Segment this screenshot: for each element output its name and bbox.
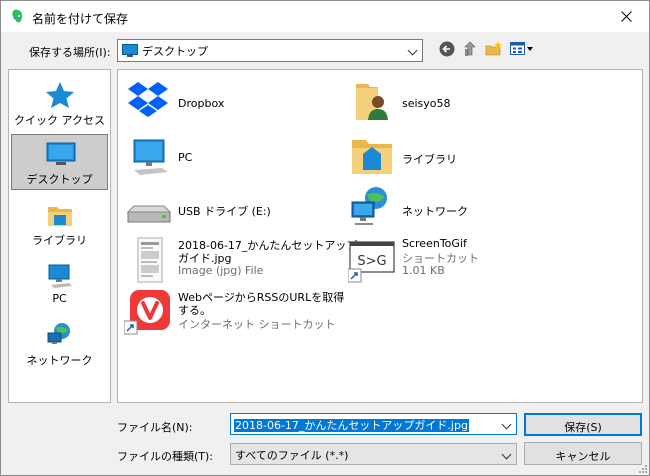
place-label: PC — [52, 292, 67, 305]
file-item[interactable]: PC — [124, 132, 334, 180]
close-button[interactable] — [603, 1, 649, 32]
chevron-down-icon — [501, 419, 512, 430]
place-label: クイック アクセス — [14, 114, 105, 127]
view-menu-button[interactable] — [509, 40, 535, 58]
place-desktop[interactable]: デスクトップ — [11, 134, 108, 190]
place-quick-access[interactable]: クイック アクセス — [11, 76, 108, 132]
place-pc[interactable]: PC — [11, 256, 108, 312]
library-icon — [352, 140, 392, 174]
file-list: Dropbox seisyo58 PC ライブラリ USB ドライブ (E:) … — [117, 69, 643, 403]
places-bar: クイック アクセス デスクトップ ライブラリ PC ネットワーク — [8, 69, 111, 403]
vivaldi-shortcut-icon — [124, 290, 170, 335]
file-name: ScreenToGif — [402, 237, 467, 250]
view-menu-icon — [510, 42, 533, 55]
save-button[interactable]: 保存(S) — [524, 413, 642, 436]
pc-icon — [133, 139, 168, 175]
place-label: ライブラリ — [32, 234, 87, 247]
up-folder-icon — [464, 41, 476, 56]
filetype-label: ファイルの種類(T): — [117, 450, 214, 463]
chevron-down-icon — [501, 449, 512, 460]
file-name: seisyo58 — [402, 97, 451, 110]
file-item[interactable]: WebページからRSSのURLを取得 する。 インターネット ショートカット — [124, 288, 354, 336]
file-name: ライブラリ — [402, 153, 457, 166]
filename-value: 2018-06-17_かんたんセットアップガイド.jpg — [234, 419, 469, 432]
dialog-title: 名前を付けて保存 — [32, 12, 129, 26]
file-name: Dropbox — [178, 97, 225, 110]
save-as-dialog: 名前を付けて保存 保存する場所(I): デスクトップ クイック アクセス デスク… — [0, 0, 650, 476]
new-folder-button[interactable] — [485, 40, 503, 58]
pc-icon — [48, 264, 72, 288]
usb-drive-icon — [126, 205, 172, 223]
star-icon — [46, 82, 74, 108]
filetype-value: すべてのファイル (*.*) — [235, 449, 349, 462]
file-size: 1.01 KB — [402, 264, 445, 277]
filename-label: ファイル名(N): — [117, 421, 193, 434]
user-folder-icon — [356, 84, 388, 120]
network-icon — [351, 187, 387, 225]
library-icon — [48, 207, 72, 226]
up-folder-button[interactable] — [461, 40, 479, 58]
place-library[interactable]: ライブラリ — [11, 196, 108, 252]
file-type: Image (jpg) File — [178, 264, 264, 277]
close-icon — [620, 11, 632, 22]
file-item[interactable]: ネットワーク — [348, 184, 568, 232]
file-item[interactable]: seisyo58 — [348, 78, 568, 126]
file-name: ネットワーク — [402, 205, 468, 218]
place-label: デスクトップ — [26, 173, 93, 186]
cancel-button[interactable]: キャンセル — [524, 442, 642, 465]
network-icon — [47, 323, 70, 344]
file-name: PC — [178, 151, 193, 164]
place-label: ネットワーク — [26, 354, 93, 367]
screentogif-shortcut-icon: S>G — [348, 241, 395, 283]
file-item[interactable]: ライブラリ — [348, 132, 568, 180]
filetype-select[interactable]: すべてのファイル (*.*) — [230, 443, 517, 465]
desktop-icon — [46, 142, 76, 165]
resize-grip-icon[interactable] — [637, 463, 647, 473]
file-type: インターネット ショートカット — [178, 318, 336, 331]
dropbox-icon — [128, 82, 168, 117]
location-label: 保存する場所(I): — [29, 46, 111, 59]
file-item[interactable]: 2018-06-17_かんたんセットアップ ガイド.jpg Image (jpg… — [124, 236, 357, 284]
evernote-icon — [12, 9, 23, 23]
file-name: USB ドライブ (E:) — [178, 205, 271, 218]
location-select[interactable]: デスクトップ — [117, 39, 423, 62]
filename-input[interactable]: 2018-06-17_かんたんセットアップガイド.jpg — [230, 413, 517, 435]
new-folder-icon — [485, 41, 502, 56]
location-value: デスクトップ — [142, 45, 208, 58]
title-bar: 名前を付けて保存 — [1, 1, 649, 32]
image-file-icon — [137, 237, 163, 283]
file-item[interactable]: Dropbox — [124, 78, 334, 126]
file-item[interactable]: S>G ScreenToGif ショートカット 1.01 KB — [348, 236, 568, 284]
place-network[interactable]: ネットワーク — [11, 316, 108, 372]
back-button[interactable] — [438, 40, 456, 58]
back-arrow-icon — [439, 41, 455, 57]
desktop-icon — [122, 44, 138, 57]
file-item[interactable]: USB ドライブ (E:) — [124, 184, 334, 232]
chevron-down-icon — [407, 45, 418, 56]
svg-text:S>G: S>G — [357, 254, 386, 269]
